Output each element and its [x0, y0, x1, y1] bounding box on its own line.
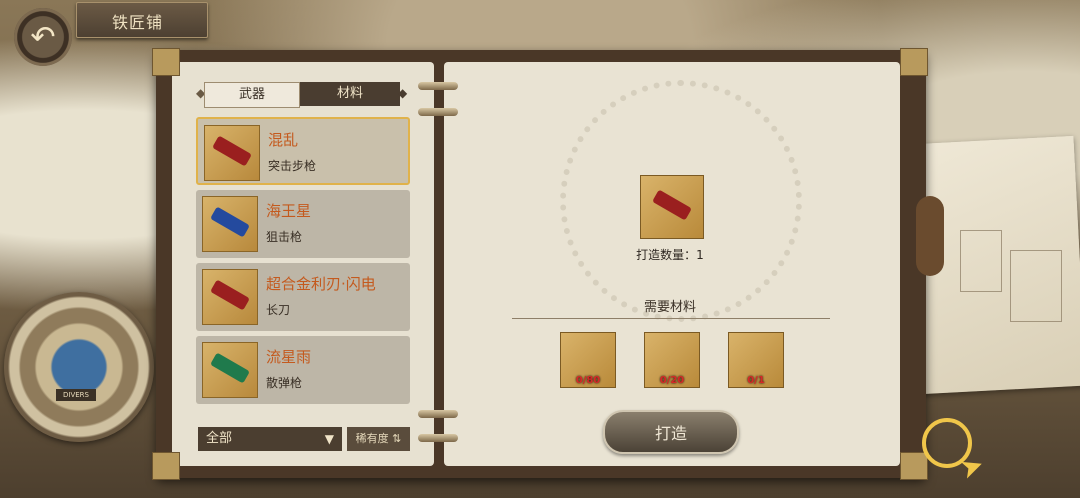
sort-button[interactable]: 稀有度 ⇅ — [347, 427, 410, 451]
weapon-type: 狙击枪 — [266, 230, 303, 244]
badge-label: DIVERS — [56, 389, 96, 401]
page-title: 铁匠铺 — [112, 13, 164, 32]
weapon-icon — [202, 269, 258, 325]
weapon-list: 混乱 突击步枪 海王星 狙击枪 超合金利刃·闪电 长刀 流星雨 散弹枪 — [196, 117, 410, 409]
weapon-name: 超合金利刃·闪电 — [266, 275, 376, 293]
material-count: 0/20 — [659, 375, 685, 386]
sort-label: 稀有度 — [355, 432, 389, 445]
tab-materials[interactable]: 材料 — [300, 82, 400, 106]
binder-ring — [418, 434, 458, 442]
binder-ring — [418, 82, 458, 90]
rifle-icon — [212, 135, 252, 167]
weapon-item[interactable]: 流星雨 散弹枪 — [196, 336, 410, 404]
weapon-icon — [202, 342, 258, 398]
materials-title: 需要材料 — [643, 300, 696, 315]
binder-ring — [418, 410, 458, 418]
weapon-name: 混乱 — [268, 131, 299, 149]
corner-decoration — [900, 48, 928, 76]
material-slot[interactable]: 0/1 — [728, 332, 784, 388]
material-count: 0/80 — [575, 375, 601, 386]
material-slot[interactable]: 0/80 — [560, 332, 616, 388]
forge-button[interactable]: 打造 — [603, 410, 739, 454]
sniper-icon — [210, 206, 250, 238]
shotgun-icon — [210, 352, 250, 384]
binder-ring — [418, 108, 458, 116]
forge-button-label: 打造 — [654, 424, 687, 443]
back-arrow-icon: ↶ — [30, 19, 56, 55]
weapon-item[interactable]: 超合金利刃·闪电 长刀 — [196, 263, 410, 331]
filter-dropdown[interactable]: 全部 ▼ — [198, 427, 342, 451]
material-slot[interactable]: 0/20 — [644, 332, 700, 388]
material-count: 0/1 — [747, 375, 765, 386]
rifle-icon — [652, 189, 692, 221]
craft-quantity: 打造数量：1 — [636, 248, 704, 262]
tab-right-decoration: ◆ — [398, 86, 408, 100]
materials-divider — [512, 318, 830, 319]
back-button[interactable]: ↶ — [14, 8, 72, 66]
blade-icon — [210, 279, 250, 311]
corner-decoration — [900, 452, 928, 480]
chevron-down-icon: ▼ — [324, 432, 334, 446]
divers-badge[interactable] — [4, 292, 154, 442]
weapon-type: 长刀 — [266, 303, 291, 317]
weapon-type: 散弹枪 — [266, 376, 303, 390]
sketch-drawing — [960, 230, 1002, 292]
weapon-icon — [204, 125, 260, 181]
weapon-item[interactable]: 混乱 突击步枪 — [196, 117, 410, 185]
filter-value: 全部 — [206, 431, 233, 446]
corner-decoration — [152, 452, 180, 480]
weapon-preview[interactable] — [640, 175, 704, 239]
tab-weapons[interactable]: 武器 — [204, 82, 300, 108]
weapon-icon — [202, 196, 258, 252]
weapon-name: 流星雨 — [266, 348, 312, 366]
weapon-type: 突击步枪 — [268, 159, 317, 173]
category-tabs: ◆ 武器 材料 ◆ — [196, 82, 410, 108]
sketch-drawing — [1010, 250, 1062, 322]
weapon-item[interactable]: 海王星 狙击枪 — [196, 190, 410, 258]
sort-icon: ⇅ — [392, 432, 402, 445]
corner-decoration — [152, 48, 180, 76]
book-clip — [916, 196, 944, 276]
weapon-name: 海王星 — [266, 202, 312, 220]
